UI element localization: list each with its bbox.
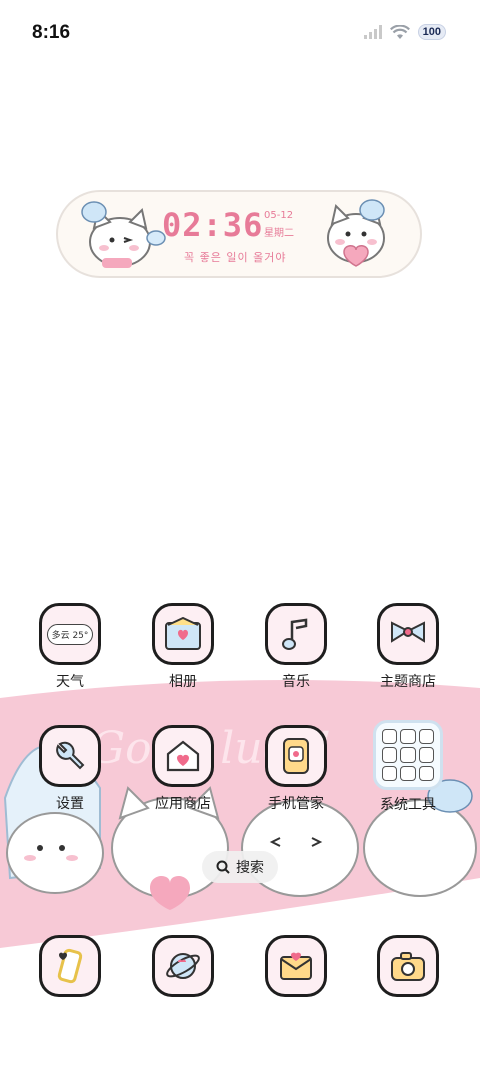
search-label: 搜索 <box>236 860 264 876</box>
wifi-icon <box>389 24 410 39</box>
app-weather[interactable]: 多云 25° 天气 <box>14 603 126 691</box>
folder-app-6 <box>418 747 434 763</box>
phone-icon <box>39 935 101 997</box>
app-weather-label: 天气 <box>56 674 84 690</box>
folder-grid <box>373 720 443 790</box>
folder-app-1 <box>382 729 398 745</box>
clock-widget[interactable]: 02:36 05-12 星期二 꼭 좋은 일이 올거야 <box>56 190 422 278</box>
folder-app-5 <box>400 747 416 763</box>
app-gallery-label: 相册 <box>169 674 197 690</box>
app-theme-store[interactable]: 主题商店 <box>352 603 464 691</box>
browser-icon <box>152 935 214 997</box>
clock-weekday: 星期二 <box>264 228 294 239</box>
app-app-store[interactable]: 应用商店 <box>127 725 239 813</box>
camera-icon <box>377 935 439 997</box>
shield-phone-icon <box>265 725 327 787</box>
cat-left-icon <box>81 201 166 268</box>
search-icon <box>216 860 230 874</box>
dock-camera[interactable] <box>352 935 464 997</box>
messages-icon <box>265 935 327 997</box>
app-phone-manager[interactable]: 手机管家 <box>240 725 352 813</box>
dock-browser[interactable] <box>127 935 239 997</box>
music-icon <box>265 603 327 665</box>
dock-messages[interactable] <box>240 935 352 997</box>
folder-app-7 <box>382 765 398 781</box>
weather-widget-label: 多云 25° <box>46 623 94 645</box>
app-settings[interactable]: 设置 <box>14 725 126 813</box>
app-theme-store-label: 主题商店 <box>380 674 436 690</box>
folder-app-9 <box>418 765 434 781</box>
clock-date: 05-12 <box>264 210 294 221</box>
app-music[interactable]: 音乐 <box>240 603 352 691</box>
signal-icon <box>363 25 382 39</box>
cat-right-icon <box>327 199 385 267</box>
battery-indicator: 100 <box>417 24 446 40</box>
app-app-store-label: 应用商店 <box>155 796 211 812</box>
search-button[interactable]: 搜索 <box>202 851 278 883</box>
app-settings-label: 设置 <box>56 796 84 812</box>
bow-icon <box>377 603 439 665</box>
folder-system-tools-label: 系统工具 <box>380 797 436 813</box>
status-time: 8:16 <box>32 22 71 43</box>
app-music-label: 音乐 <box>282 674 310 690</box>
house-icon <box>152 725 214 787</box>
status-icons: 100 <box>363 24 446 40</box>
app-phone-manager-label: 手机管家 <box>268 796 324 812</box>
gallery-icon <box>152 603 214 665</box>
folder-app-8 <box>400 765 416 781</box>
app-gallery[interactable]: 相册 <box>127 603 239 691</box>
folder-app-4 <box>382 747 398 763</box>
folder-system-tools[interactable]: 系统工具 <box>352 720 464 814</box>
clock-quote: 꼭 좋은 일이 올거야 <box>184 251 287 264</box>
wrench-icon <box>39 725 101 787</box>
dock-phone[interactable] <box>14 935 126 997</box>
clock-time: 02:36 <box>162 206 264 244</box>
weather-icon: 多云 25° <box>39 603 101 665</box>
folder-app-3 <box>418 729 434 745</box>
folder-app-2 <box>400 729 416 745</box>
